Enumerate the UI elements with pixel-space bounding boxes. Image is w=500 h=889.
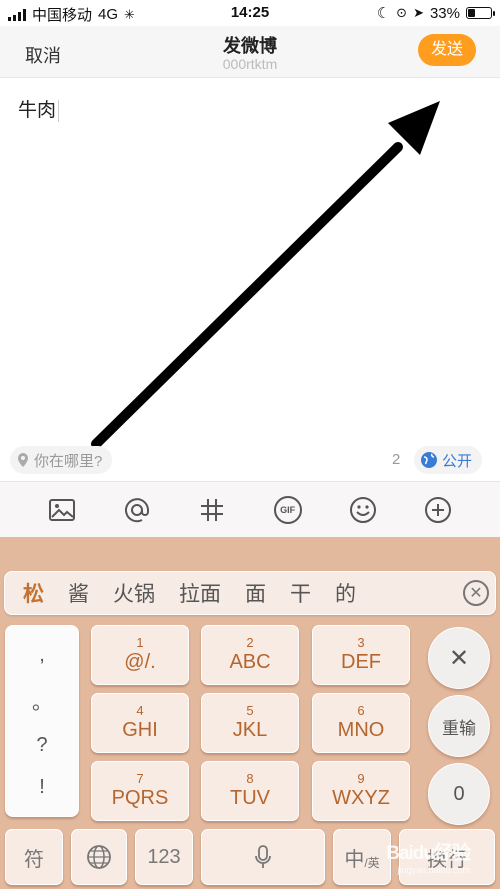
key-number: 2 <box>246 635 254 650</box>
key-number: 7 <box>136 771 144 786</box>
zero-key[interactable]: 0 <box>428 763 490 825</box>
candidate-item[interactable]: 拉面 <box>167 578 233 608</box>
visibility-button[interactable]: 公开 <box>414 446 483 474</box>
plus-icon[interactable] <box>421 493 455 527</box>
key-number: 1 <box>136 635 144 650</box>
annotation-arrow-icon <box>91 101 440 449</box>
char-count: 2 <box>392 451 401 468</box>
globe-icon <box>421 452 437 468</box>
candidate-item[interactable]: 干 <box>278 578 323 608</box>
candidate-bar: 松 酱 火锅 拉面 面 干 的 ✕ <box>4 571 496 615</box>
gif-icon[interactable]: GIF <box>271 493 305 527</box>
location-label: 你在哪里? <box>34 452 103 470</box>
watermark: Baidu经验 jingyan.baidu.com <box>386 838 471 875</box>
battery-icon <box>466 7 495 19</box>
key-number: 8 <box>246 771 254 786</box>
key-letters: GHI <box>122 719 158 741</box>
punctuation-list[interactable]: , 。 ? ! <box>5 625 79 817</box>
key-number: 3 <box>357 635 365 650</box>
hashtag-icon[interactable] <box>195 493 229 527</box>
space-voice-key[interactable] <box>201 829 325 885</box>
candidate-item[interactable]: 松 <box>11 578 56 608</box>
key-letters: WXYZ <box>332 787 390 809</box>
location-pin-icon <box>18 453 28 467</box>
key-letters: DEF <box>341 651 381 673</box>
location-arrow-icon: ➤ <box>413 5 424 20</box>
microphone-icon <box>255 845 271 868</box>
keyboard: 松 酱 火锅 拉面 面 干 的 ✕ , 。 ? ! 1 @/. 2 ABC 3 DEF… <box>0 537 500 889</box>
location-button[interactable]: 你在哪里? <box>10 446 113 474</box>
moon-icon: ☾ <box>376 5 391 22</box>
key-number: 5 <box>246 703 254 718</box>
key-number: 6 <box>357 703 365 718</box>
globe-key-icon <box>87 845 111 869</box>
battery-percent: 33% <box>429 4 460 22</box>
lang-sub: /英 <box>364 855 380 870</box>
watermark-sub: jingyan.baidu.com <box>397 865 470 875</box>
key-6[interactable]: 6 MNO <box>312 693 410 753</box>
key-7[interactable]: 7 PQRS <box>91 761 189 821</box>
key-letters: TUV <box>230 787 270 809</box>
compose-area[interactable]: 牛肉 <box>0 79 500 449</box>
key-letters: @/. <box>124 651 156 673</box>
candidate-item[interactable]: 酱 <box>56 578 101 608</box>
image-icon[interactable] <box>45 493 79 527</box>
compose-toolbar: GIF <box>0 481 500 537</box>
reinput-button[interactable]: 重输 <box>428 695 490 757</box>
key-number: 9 <box>357 771 365 786</box>
close-candidates-icon[interactable]: ✕ <box>463 580 489 606</box>
rotation-lock-icon: ⊙ <box>396 5 408 20</box>
send-button[interactable]: 发送 <box>418 34 476 66</box>
status-bar: 中国移动 4G ✳ 14:25 ☾ ⊙ ➤ 33% <box>0 0 500 26</box>
key-letters: JKL <box>232 719 268 741</box>
key-number: 4 <box>136 703 144 718</box>
punct-key[interactable]: , <box>39 644 45 667</box>
key-letters: PQRS <box>111 787 169 809</box>
visibility-label: 公开 <box>442 452 473 470</box>
key-4[interactable]: 4 GHI <box>91 693 189 753</box>
candidate-item[interactable]: 的 <box>323 578 368 608</box>
key-2[interactable]: 2 ABC <box>201 625 299 685</box>
candidate-item[interactable]: 面 <box>233 578 278 608</box>
key-letters: MNO <box>337 719 385 741</box>
punct-key[interactable]: ? <box>36 734 47 757</box>
watermark-main: Baidu经验 <box>386 843 471 864</box>
numeric-key[interactable]: 123 <box>135 829 193 885</box>
delete-button[interactable]: ✕ <box>428 627 490 689</box>
language-globe-key[interactable] <box>71 829 127 885</box>
language-switch-key[interactable]: 中/英 <box>333 829 391 885</box>
nav-bar: 取消 发微博 000rtktm 发送 <box>0 26 500 78</box>
lang-main: 中 <box>344 848 365 871</box>
key-3[interactable]: 3 DEF <box>312 625 410 685</box>
candidate-item[interactable]: 火锅 <box>101 578 167 608</box>
key-1[interactable]: 1 @/. <box>91 625 189 685</box>
gif-label: GIF <box>280 504 296 515</box>
emoji-icon[interactable] <box>346 493 380 527</box>
punct-key[interactable]: ! <box>39 776 45 799</box>
symbol-key[interactable]: 符 <box>5 829 63 885</box>
at-icon[interactable] <box>120 493 154 527</box>
key-5[interactable]: 5 JKL <box>201 693 299 753</box>
key-9[interactable]: 9 WXYZ <box>312 761 410 821</box>
key-8[interactable]: 8 TUV <box>201 761 299 821</box>
key-letters: ABC <box>229 651 271 673</box>
punct-key[interactable]: 。 <box>32 686 52 715</box>
